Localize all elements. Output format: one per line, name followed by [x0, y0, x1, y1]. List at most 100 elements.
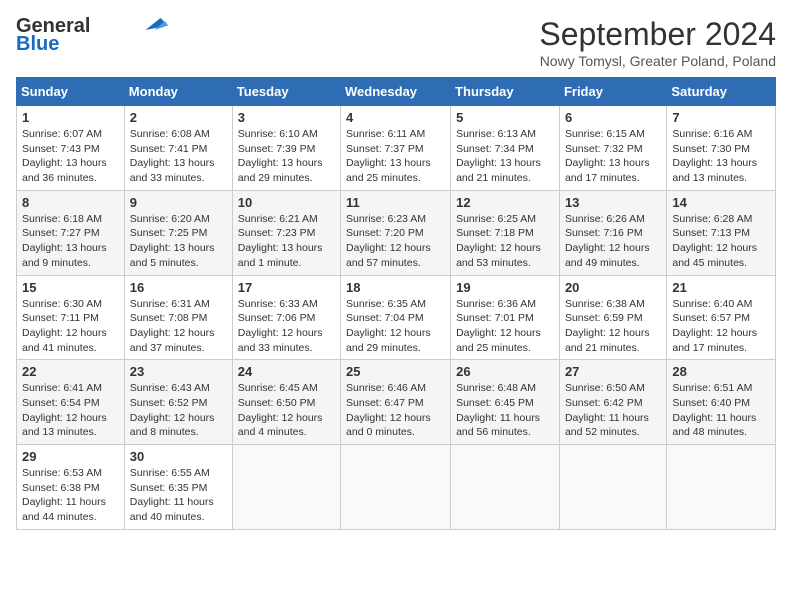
- day-header-thursday: Thursday: [451, 78, 560, 106]
- day-number: 30: [130, 449, 227, 464]
- day-header-tuesday: Tuesday: [232, 78, 340, 106]
- calendar-cell: 28Sunrise: 6:51 AMSunset: 6:40 PMDayligh…: [667, 360, 776, 445]
- day-number: 26: [456, 364, 554, 379]
- header-row: SundayMondayTuesdayWednesdayThursdayFrid…: [17, 78, 776, 106]
- calendar-cell: 19Sunrise: 6:36 AMSunset: 7:01 PMDayligh…: [451, 275, 560, 360]
- day-info: Sunrise: 6:30 AMSunset: 7:11 PMDaylight:…: [22, 297, 119, 356]
- calendar-header: SundayMondayTuesdayWednesdayThursdayFrid…: [17, 78, 776, 106]
- day-info: Sunrise: 6:13 AMSunset: 7:34 PMDaylight:…: [456, 127, 554, 186]
- day-info: Sunrise: 6:45 AMSunset: 6:50 PMDaylight:…: [238, 381, 335, 440]
- day-info: Sunrise: 6:31 AMSunset: 7:08 PMDaylight:…: [130, 297, 227, 356]
- week-row-4: 22 Sunrise: 6:41 AMSunset: 6:54 PMDayligh…: [17, 360, 776, 445]
- calendar-cell: 8 Sunrise: 6:18 AMSunset: 7:27 PMDaylight…: [17, 190, 125, 275]
- calendar-cell: 3 Sunrise: 6:10 AMSunset: 7:39 PMDaylight…: [232, 106, 340, 191]
- day-number: 15: [22, 280, 119, 295]
- month-title: September 2024: [539, 16, 776, 53]
- week-row-5: 29 Sunrise: 6:53 AMSunset: 6:38 PMDayligh…: [17, 445, 776, 530]
- day-number: 1: [22, 110, 119, 125]
- day-info: Sunrise: 6:46 AMSunset: 6:47 PMDaylight:…: [346, 381, 445, 440]
- calendar-cell: 30 Sunrise: 6:55 AMSunset: 6:35 PMDayligh…: [124, 445, 232, 530]
- calendar-body: 1 Sunrise: 6:07 AMSunset: 7:43 PMDaylight…: [17, 106, 776, 530]
- day-number: 29: [22, 449, 119, 464]
- day-info: Sunrise: 6:26 AMSunset: 7:16 PMDaylight:…: [565, 212, 661, 271]
- day-number: 18: [346, 280, 445, 295]
- calendar-cell: 25 Sunrise: 6:46 AMSunset: 6:47 PMDayligh…: [341, 360, 451, 445]
- day-number: 9: [130, 195, 227, 210]
- day-info: Sunrise: 6:38 AMSunset: 6:59 PMDaylight:…: [565, 297, 661, 356]
- calendar-cell: 2 Sunrise: 6:08 AMSunset: 7:41 PMDaylight…: [124, 106, 232, 191]
- week-row-2: 8 Sunrise: 6:18 AMSunset: 7:27 PMDaylight…: [17, 190, 776, 275]
- day-info: Sunrise: 6:51 AMSunset: 6:40 PMDaylight:…: [672, 381, 770, 440]
- calendar-cell: 21Sunrise: 6:40 AMSunset: 6:57 PMDayligh…: [667, 275, 776, 360]
- calendar-cell: 1 Sunrise: 6:07 AMSunset: 7:43 PMDaylight…: [17, 106, 125, 191]
- calendar-cell: 23 Sunrise: 6:43 AMSunset: 6:52 PMDayligh…: [124, 360, 232, 445]
- day-info: Sunrise: 6:16 AMSunset: 7:30 PMDaylight:…: [672, 127, 770, 186]
- calendar-cell: [559, 445, 666, 530]
- day-info: Sunrise: 6:48 AMSunset: 6:45 PMDaylight:…: [456, 381, 554, 440]
- calendar-cell: 12 Sunrise: 6:25 AMSunset: 7:18 PMDayligh…: [451, 190, 560, 275]
- day-number: 2: [130, 110, 227, 125]
- calendar-cell: [667, 445, 776, 530]
- calendar-cell: 16 Sunrise: 6:31 AMSunset: 7:08 PMDayligh…: [124, 275, 232, 360]
- day-number: 7: [672, 110, 770, 125]
- day-info: Sunrise: 6:07 AMSunset: 7:43 PMDaylight:…: [22, 127, 119, 186]
- day-number: 4: [346, 110, 445, 125]
- calendar-table: SundayMondayTuesdayWednesdayThursdayFrid…: [16, 77, 776, 530]
- day-info: Sunrise: 6:40 AMSunset: 6:57 PMDaylight:…: [672, 297, 770, 356]
- calendar-cell: 26 Sunrise: 6:48 AMSunset: 6:45 PMDayligh…: [451, 360, 560, 445]
- day-header-saturday: Saturday: [667, 78, 776, 106]
- calendar-cell: 10 Sunrise: 6:21 AMSunset: 7:23 PMDayligh…: [232, 190, 340, 275]
- day-info: Sunrise: 6:43 AMSunset: 6:52 PMDaylight:…: [130, 381, 227, 440]
- calendar-cell: 4 Sunrise: 6:11 AMSunset: 7:37 PMDaylight…: [341, 106, 451, 191]
- day-info: Sunrise: 6:15 AMSunset: 7:32 PMDaylight:…: [565, 127, 661, 186]
- day-number: 17: [238, 280, 335, 295]
- day-info: Sunrise: 6:55 AMSunset: 6:35 PMDaylight:…: [130, 466, 227, 525]
- day-header-sunday: Sunday: [17, 78, 125, 106]
- day-info: Sunrise: 6:23 AMSunset: 7:20 PMDaylight:…: [346, 212, 445, 271]
- day-number: 23: [130, 364, 227, 379]
- day-info: Sunrise: 6:18 AMSunset: 7:27 PMDaylight:…: [22, 212, 119, 271]
- calendar-cell: 14 Sunrise: 6:28 AMSunset: 7:13 PMDayligh…: [667, 190, 776, 275]
- day-number: 16: [130, 280, 227, 295]
- calendar-cell: 6 Sunrise: 6:15 AMSunset: 7:32 PMDaylight…: [559, 106, 666, 191]
- day-number: 3: [238, 110, 335, 125]
- day-number: 25: [346, 364, 445, 379]
- logo-blue: Blue: [16, 34, 59, 54]
- day-number: 13: [565, 195, 661, 210]
- day-info: Sunrise: 6:28 AMSunset: 7:13 PMDaylight:…: [672, 212, 770, 271]
- calendar-cell: 15 Sunrise: 6:30 AMSunset: 7:11 PMDayligh…: [17, 275, 125, 360]
- day-number: 8: [22, 195, 119, 210]
- day-info: Sunrise: 6:33 AMSunset: 7:06 PMDaylight:…: [238, 297, 335, 356]
- day-info: Sunrise: 6:50 AMSunset: 6:42 PMDaylight:…: [565, 381, 661, 440]
- day-info: Sunrise: 6:25 AMSunset: 7:18 PMDaylight:…: [456, 212, 554, 271]
- day-info: Sunrise: 6:53 AMSunset: 6:38 PMDaylight:…: [22, 466, 119, 525]
- day-info: Sunrise: 6:10 AMSunset: 7:39 PMDaylight:…: [238, 127, 335, 186]
- day-header-wednesday: Wednesday: [341, 78, 451, 106]
- day-number: 27: [565, 364, 661, 379]
- calendar-cell: 5 Sunrise: 6:13 AMSunset: 7:34 PMDaylight…: [451, 106, 560, 191]
- calendar-cell: 11 Sunrise: 6:23 AMSunset: 7:20 PMDayligh…: [341, 190, 451, 275]
- day-info: Sunrise: 6:08 AMSunset: 7:41 PMDaylight:…: [130, 127, 227, 186]
- day-number: 5: [456, 110, 554, 125]
- calendar-cell: 7 Sunrise: 6:16 AMSunset: 7:30 PMDaylight…: [667, 106, 776, 191]
- day-info: Sunrise: 6:36 AMSunset: 7:01 PMDaylight:…: [456, 297, 554, 356]
- day-header-friday: Friday: [559, 78, 666, 106]
- page-header: General Blue September 2024 Nowy Tomysl,…: [16, 16, 776, 69]
- calendar-cell: [451, 445, 560, 530]
- day-number: 12: [456, 195, 554, 210]
- day-info: Sunrise: 6:21 AMSunset: 7:23 PMDaylight:…: [238, 212, 335, 271]
- day-info: Sunrise: 6:35 AMSunset: 7:04 PMDaylight:…: [346, 297, 445, 356]
- day-info: Sunrise: 6:11 AMSunset: 7:37 PMDaylight:…: [346, 127, 445, 186]
- calendar-cell: 20Sunrise: 6:38 AMSunset: 6:59 PMDayligh…: [559, 275, 666, 360]
- day-number: 6: [565, 110, 661, 125]
- week-row-3: 15 Sunrise: 6:30 AMSunset: 7:11 PMDayligh…: [17, 275, 776, 360]
- day-number: 10: [238, 195, 335, 210]
- day-number: 22: [22, 364, 119, 379]
- calendar-cell: 13 Sunrise: 6:26 AMSunset: 7:16 PMDayligh…: [559, 190, 666, 275]
- calendar-cell: 29 Sunrise: 6:53 AMSunset: 6:38 PMDayligh…: [17, 445, 125, 530]
- calendar-cell: 27 Sunrise: 6:50 AMSunset: 6:42 PMDayligh…: [559, 360, 666, 445]
- day-number: 14: [672, 195, 770, 210]
- calendar-cell: [232, 445, 340, 530]
- day-info: Sunrise: 6:41 AMSunset: 6:54 PMDaylight:…: [22, 381, 119, 440]
- day-number: 11: [346, 195, 445, 210]
